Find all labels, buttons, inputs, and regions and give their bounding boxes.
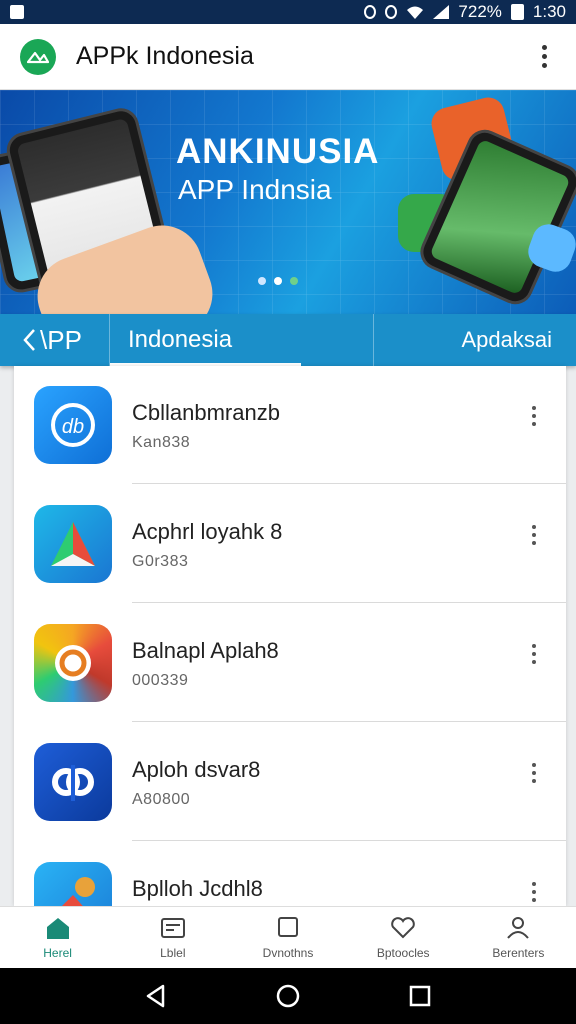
app-logo-icon[interactable] xyxy=(20,38,56,75)
signal-icon xyxy=(433,5,450,19)
recents-square-icon[interactable] xyxy=(407,983,433,1009)
app-meta: 000339 xyxy=(132,672,189,689)
app-name: Balnapl Aplah8 xyxy=(132,638,279,663)
carousel-dot[interactable] xyxy=(258,277,266,285)
wifi-icon xyxy=(407,6,424,19)
home-circle-icon[interactable] xyxy=(275,983,301,1009)
list-item[interactable]: Acphrl loyahk 8 G0r383 xyxy=(14,485,566,603)
nav-label: Berenters xyxy=(492,945,545,960)
nav-list[interactable]: Lblel xyxy=(115,907,230,968)
sync-icon xyxy=(385,5,398,19)
notification-icon xyxy=(10,5,24,19)
back-triangle-icon[interactable] xyxy=(143,983,169,1009)
tab-label: Apdaksai xyxy=(461,327,552,352)
list-icon xyxy=(160,917,185,938)
clock: 1:30 xyxy=(532,2,566,21)
row-overflow-icon[interactable] xyxy=(528,406,540,426)
tab-back-label: \PP xyxy=(40,324,82,355)
app-name: Cbllanbmranzb xyxy=(132,400,280,425)
person-icon xyxy=(507,916,530,939)
row-overflow-icon[interactable] xyxy=(528,882,540,902)
tab-strip: \PP Indonesia Apdaksai xyxy=(0,314,576,366)
nav-label: Herel xyxy=(43,945,72,960)
battery-text: 722% xyxy=(458,2,502,21)
overflow-menu-icon[interactable] xyxy=(532,45,556,68)
app-name: Bplloh Jcdhl8 xyxy=(132,876,263,901)
nav-label: Lblel xyxy=(160,945,186,960)
nav-label: Bptoocles xyxy=(376,945,430,960)
square-icon xyxy=(278,916,298,937)
app-icon-fox xyxy=(34,862,112,906)
tab-back[interactable]: \PP xyxy=(0,314,110,366)
list-item[interactable]: Balnapl Aplah8 000339 xyxy=(14,604,566,722)
bottom-navigation: Herel Lblel Dvnothns Bptoocles Berenters xyxy=(0,906,576,968)
app-meta: A80800 xyxy=(132,791,191,808)
carousel-dot[interactable] xyxy=(274,277,282,285)
svg-text:db: db xyxy=(62,416,84,438)
tab-label: Indonesia xyxy=(128,326,233,353)
app-bar: APPk Indonesia xyxy=(0,24,576,90)
nav-home[interactable]: Herel xyxy=(0,907,115,968)
nav-profile[interactable]: Berenters xyxy=(461,907,576,968)
home-icon xyxy=(46,917,69,939)
nav-square[interactable]: Dvnothns xyxy=(230,907,345,968)
status-bar: 722% 1:30 xyxy=(0,0,576,24)
tab-other[interactable]: Apdaksai xyxy=(374,314,576,366)
app-name: Aploh dsvar8 xyxy=(132,757,261,782)
system-navigation-bar xyxy=(0,968,576,1024)
alarm-icon xyxy=(364,5,377,19)
app-icon-triangle xyxy=(34,505,112,583)
app-list: db Cbllanbmranzb Kan838 Acphrl loyahk 8 … xyxy=(14,366,566,906)
app-name: Acphrl loyahk 8 xyxy=(132,519,283,544)
carousel-indicator[interactable] xyxy=(258,277,298,285)
heart-icon xyxy=(391,916,416,938)
banner-subtitle: APP Indnsia xyxy=(178,174,332,205)
row-overflow-icon[interactable] xyxy=(528,763,540,783)
app-icon-rainbow-ring xyxy=(34,624,112,702)
app-meta: G0r383 xyxy=(132,553,189,570)
battery-icon xyxy=(510,4,524,20)
banner-title: ANKINUSIA xyxy=(176,132,380,171)
tab-indonesia[interactable]: Indonesia xyxy=(110,314,374,366)
app-icon-blue-p xyxy=(34,743,112,821)
list-item[interactable]: db Cbllanbmranzb Kan838 xyxy=(14,366,566,484)
app-title: APPk Indonesia xyxy=(76,42,254,70)
list-item[interactable]: Aploh dsvar8 A80800 xyxy=(14,723,566,841)
app-meta: Kan838 xyxy=(132,434,191,451)
list-item[interactable]: Bplloh Jcdhl8 xyxy=(14,842,566,906)
row-overflow-icon[interactable] xyxy=(528,525,540,545)
row-overflow-icon[interactable] xyxy=(528,644,540,664)
nav-label: Dvnothns xyxy=(262,945,314,960)
nav-favorites[interactable]: Bptoocles xyxy=(346,907,461,968)
app-icon-blue-circle: db xyxy=(34,386,112,464)
carousel-dot[interactable] xyxy=(290,277,298,285)
promo-banner[interactable]: ANKINUSIA APP Indnsia xyxy=(0,90,576,316)
chevron-left-icon xyxy=(23,329,35,351)
